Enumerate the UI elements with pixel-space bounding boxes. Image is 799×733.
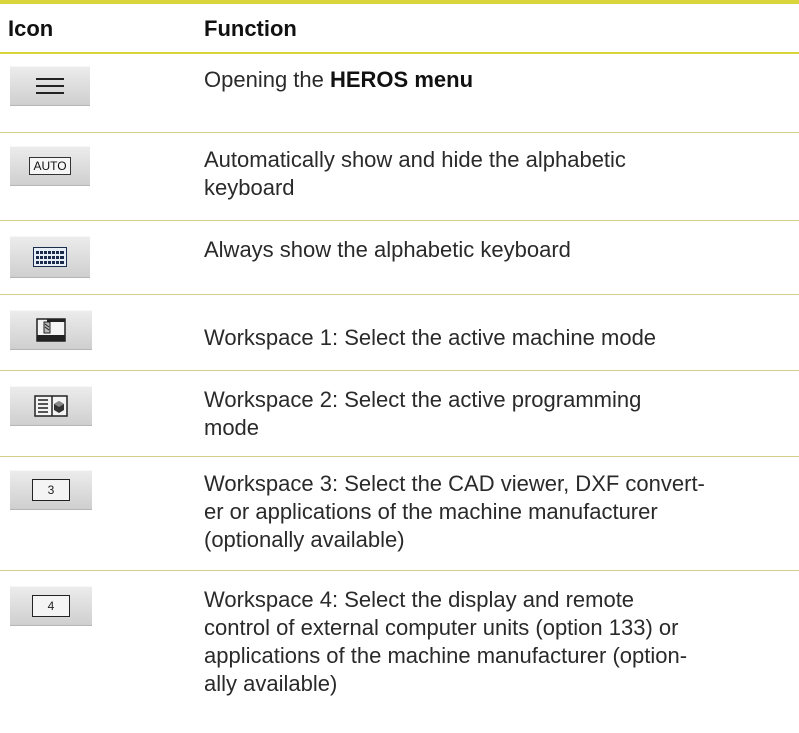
workspace-1-button[interactable] (10, 310, 92, 350)
desc-line: ally available) (204, 671, 338, 696)
row-keyboard-desc: Always show the alphabetic keyboard (204, 236, 799, 264)
workspace-2-button[interactable] (10, 386, 92, 426)
header-function: Function (204, 16, 297, 41)
row-rule (0, 220, 799, 221)
desc-text: Opening the (204, 67, 330, 92)
desc-line: Workspace 4: Select the display and remo… (204, 587, 635, 612)
row-rule (0, 294, 799, 295)
heros-menu-label: HEROS menu (329, 67, 474, 92)
desc-line: (optionally available) (204, 527, 405, 552)
hamburger-menu-icon (36, 77, 64, 95)
desc-line: applications of the machine manufacturer… (204, 643, 688, 668)
desc-line: Automatically show and hide the alphabet… (204, 147, 626, 172)
row-workspace-1-desc: Workspace 1: Select the active machine m… (204, 324, 799, 352)
row-heros-menu-desc: Opening the HEROS menu (204, 66, 799, 94)
desc-line: Workspace 1: Select the active machine m… (204, 325, 657, 350)
programming-mode-icon (34, 395, 68, 417)
header-icon: Icon (8, 16, 54, 41)
row-rule (0, 456, 799, 457)
row-rule (0, 570, 799, 571)
row-rule (0, 370, 799, 371)
auto-keyboard-button[interactable]: AUTO (10, 146, 90, 186)
desc-line: mode (204, 415, 260, 440)
workspace-4-icon: 4 (32, 595, 70, 617)
row-workspace-2-desc: Workspace 2: Select the active programmi… (204, 386, 799, 442)
row-rule (0, 132, 799, 133)
workspace-3-icon: 3 (32, 479, 70, 501)
row-workspace-4-desc: Workspace 4: Select the display and remo… (204, 586, 799, 698)
top-rule (0, 0, 799, 4)
desc-line: control of external computer units (opti… (204, 615, 679, 640)
workspace-4-button[interactable]: 4 (10, 586, 92, 626)
keyboard-icon (33, 247, 67, 267)
desc-line: er or applications of the machine manufa… (204, 499, 658, 524)
keyboard-button[interactable] (10, 236, 90, 278)
desc-line: keyboard (204, 175, 295, 200)
workspace-3-button[interactable]: 3 (10, 470, 92, 510)
row-auto-keyboard-desc: Automatically show and hide the alphabet… (204, 146, 799, 202)
desc-line: Always show the alphabetic keyboard (204, 237, 571, 262)
desc-line: Workspace 2: Select the active programmi… (204, 387, 642, 412)
desc-line: Workspace 3: Select the CAD viewer, DXF … (204, 471, 705, 496)
machine-mode-icon (36, 318, 66, 342)
header-rule (0, 52, 799, 54)
heros-menu-button[interactable] (10, 66, 90, 106)
auto-keyboard-icon: AUTO (29, 157, 71, 175)
row-workspace-3-desc: Workspace 3: Select the CAD viewer, DXF … (204, 470, 799, 554)
